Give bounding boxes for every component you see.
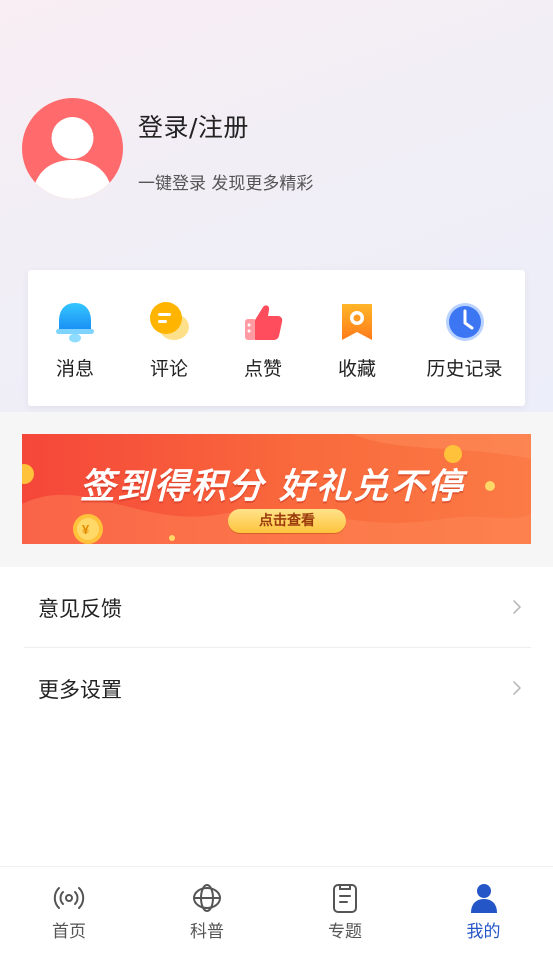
thumbs-up-icon: [245, 305, 283, 340]
action-label: 历史记录: [426, 358, 503, 380]
comment-icon: [150, 302, 189, 340]
svg-text:¥: ¥: [82, 522, 90, 537]
login-register-link[interactable]: 登录/注册: [138, 108, 249, 144]
tab-label: 首页: [52, 922, 86, 942]
user-icon: [470, 884, 497, 913]
action-favorites[interactable]: 收藏: [310, 270, 404, 406]
list-item-more-settings[interactable]: 更多设置: [24, 648, 531, 728]
tab-mine[interactable]: 我的: [414, 867, 553, 953]
action-likes[interactable]: 点赞: [216, 270, 310, 406]
bookmark-icon: [342, 304, 372, 340]
tab-label: 科普: [190, 922, 224, 942]
avatar[interactable]: [22, 98, 123, 199]
action-label: 收藏: [337, 358, 376, 380]
tab-science[interactable]: 科普: [138, 867, 276, 953]
broadcast-icon: [53, 887, 85, 909]
banner-title: 签到得积分 好礼兑不停: [80, 467, 465, 507]
action-label: 点赞: [243, 358, 282, 380]
app-root: 登录/注册 一键登录 发现更多精彩 消息 评论 点赞 收藏 历史记录 ¥ 签到得…: [0, 0, 553, 953]
bottom-tab-bar: 首页 科普 专题 我的: [0, 866, 553, 953]
tab-label: 专题: [328, 922, 362, 942]
action-label: 消息: [55, 358, 94, 380]
banner-view-button[interactable]: 点击查看: [228, 509, 346, 533]
login-subtitle: 一键登录 发现更多精彩: [138, 174, 314, 194]
list-item-label: 意见反馈: [38, 597, 122, 621]
globe-icon: [193, 884, 221, 912]
chevron-right-icon: [513, 600, 521, 614]
chevron-right-icon: [513, 681, 521, 695]
list-item-label: 更多设置: [38, 678, 122, 702]
clock-icon: [445, 303, 484, 341]
signin-points-banner[interactable]: ¥ 签到得积分 好礼兑不停 点击查看: [22, 434, 531, 544]
action-messages[interactable]: 消息: [28, 270, 122, 406]
tab-home[interactable]: 首页: [0, 867, 138, 953]
quick-actions-card: 消息 评论 点赞 收藏 历史记录: [28, 270, 525, 406]
document-icon: [333, 884, 357, 913]
action-comments[interactable]: 评论: [122, 270, 216, 406]
tab-topics[interactable]: 专题: [276, 867, 414, 953]
bell-icon: [56, 303, 94, 343]
action-label: 评论: [149, 358, 188, 380]
profile-section: 登录/注册 一键登录 发现更多精彩: [22, 98, 522, 200]
default-user-icon: [32, 117, 113, 199]
list-item-feedback[interactable]: 意见反馈: [24, 567, 531, 647]
tab-label: 我的: [466, 922, 501, 942]
action-history[interactable]: 历史记录: [404, 270, 525, 406]
